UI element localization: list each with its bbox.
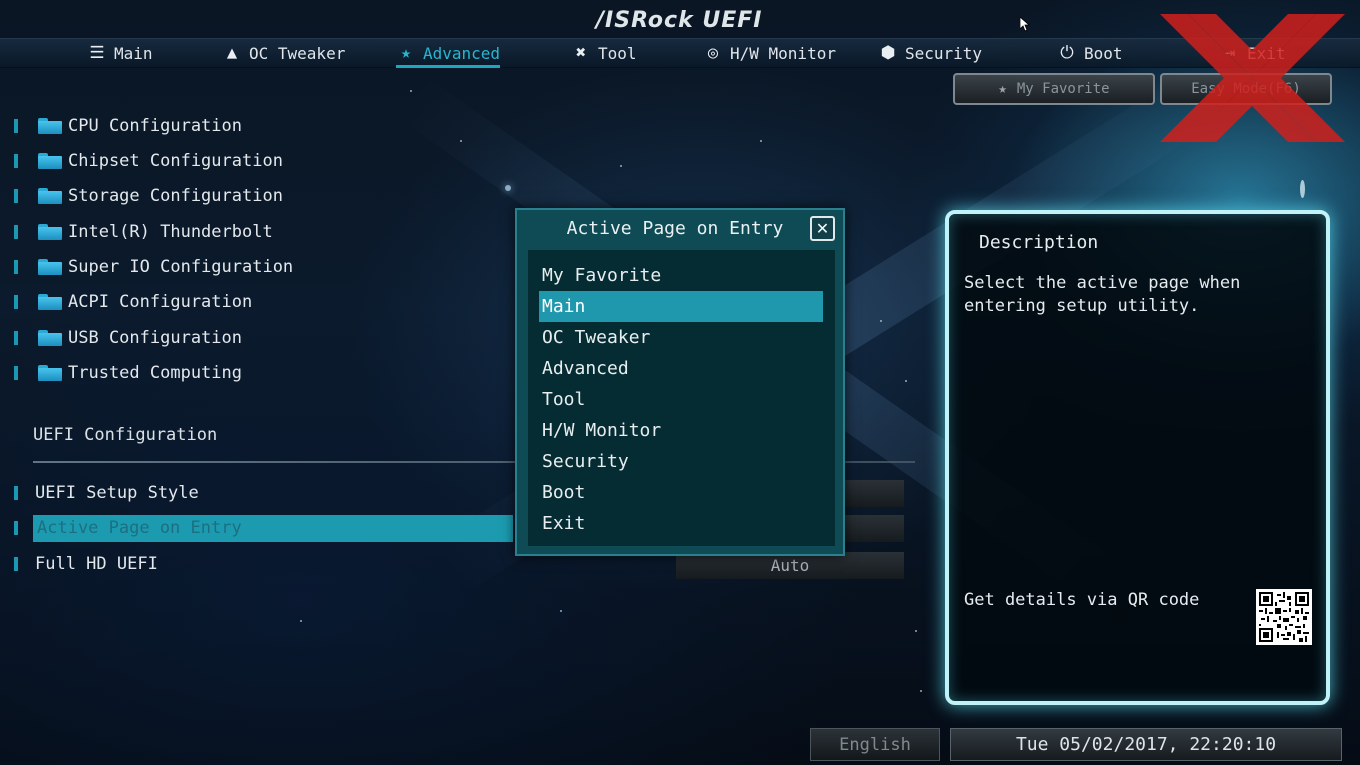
option-tool[interactable]: Tool — [539, 384, 823, 415]
tab-tool[interactable]: ✖ Tool — [571, 38, 637, 68]
menu-item-label: Intel(R) Thunderbolt — [68, 222, 273, 242]
item-marker — [14, 260, 18, 274]
folder-icon — [38, 224, 62, 240]
item-marker — [14, 295, 18, 309]
asrock-uefi-logo: /ISRock UEFI — [596, 8, 763, 33]
setting-label: UEFI Setup Style — [35, 483, 199, 503]
setting-full-hd-uefi[interactable]: Full HD UEFI — [14, 551, 158, 577]
tab-label: OC Tweaker — [249, 43, 346, 63]
menu-item-acpi-configuration[interactable]: ACPI Configuration — [14, 290, 252, 314]
menu-item-label: Chipset Configuration — [68, 151, 283, 171]
tab-oc-tweaker[interactable]: ▲ OC Tweaker — [222, 38, 345, 68]
tab-boot[interactable]: ⏻ Boot — [1057, 38, 1123, 68]
option-hw-monitor[interactable]: H/W Monitor — [539, 415, 823, 446]
menu-item-label: USB Configuration — [68, 328, 242, 348]
tab-advanced[interactable]: ★ Advanced — [396, 38, 501, 68]
menu-item-super-io-configuration[interactable]: Super IO Configuration — [14, 255, 293, 279]
description-title: Description — [979, 232, 1099, 253]
list-icon: ☰ — [89, 43, 105, 63]
item-marker — [14, 331, 18, 345]
mouse-cursor-icon — [1020, 17, 1030, 32]
dialog-option-list: My Favorite Main OC Tweaker Advanced Too… — [528, 250, 835, 546]
item-marker — [14, 557, 18, 571]
option-main[interactable]: Main — [539, 291, 823, 322]
close-icon: ✕ — [815, 219, 830, 238]
star-icon: ★ — [998, 81, 1007, 97]
menu-item-label: Trusted Computing — [68, 363, 242, 383]
item-marker — [14, 521, 18, 535]
folder-icon — [38, 259, 62, 275]
menu-item-usb-configuration[interactable]: USB Configuration — [14, 326, 242, 350]
xx-watermark-logo — [1160, 14, 1345, 142]
item-marker — [14, 154, 18, 168]
option-boot[interactable]: Boot — [539, 477, 823, 508]
tools-icon: ✖ — [575, 43, 587, 63]
description-text: Select the active page when entering set… — [964, 273, 1241, 316]
tab-label: Tool — [598, 43, 637, 63]
uefi-configuration-heading: UEFI Configuration — [33, 425, 218, 445]
power-icon: ⏻ — [1060, 43, 1074, 63]
folder-icon — [38, 330, 62, 346]
monitor-icon: ◎ — [707, 43, 719, 63]
option-my-favorite[interactable]: My Favorite — [539, 260, 823, 291]
item-marker — [14, 225, 18, 239]
option-oc-tweaker[interactable]: OC Tweaker — [539, 322, 823, 353]
menu-item-label: Super IO Configuration — [68, 257, 294, 277]
star-icon: ★ — [400, 43, 412, 63]
tab-main[interactable]: ☰ Main — [87, 38, 153, 68]
qr-code-label: Get details via QR code — [964, 590, 1200, 610]
tab-hw-monitor[interactable]: ◎ H/W Monitor — [703, 38, 836, 68]
setting-label: Active Page on Entry — [37, 518, 242, 538]
folder-icon — [38, 118, 62, 134]
setting-label: Full HD UEFI — [35, 554, 158, 574]
item-marker — [14, 366, 18, 380]
tab-label: Boot — [1084, 43, 1123, 63]
item-marker — [14, 189, 18, 203]
folder-icon — [38, 294, 62, 310]
menu-item-label: Storage Configuration — [68, 186, 283, 206]
my-favorite-button[interactable]: ★ My Favorite — [953, 73, 1155, 105]
shield-icon: ⬢ — [880, 43, 896, 63]
item-marker — [14, 119, 18, 133]
option-security[interactable]: Security — [539, 446, 823, 477]
folder-icon — [38, 365, 62, 381]
menu-item-intel-thunderbolt[interactable]: Intel(R) Thunderbolt — [14, 220, 273, 244]
option-advanced[interactable]: Advanced — [539, 353, 823, 384]
description-panel: Description Select the active page when … — [945, 210, 1330, 705]
tab-label: Main — [114, 43, 153, 63]
menu-item-cpu-configuration[interactable]: CPU Configuration — [14, 114, 242, 138]
menu-item-chipset-configuration[interactable]: Chipset Configuration — [14, 149, 283, 173]
folder-icon — [38, 188, 62, 204]
setting-active-page-on-entry[interactable]: Active Page on Entry — [14, 515, 244, 541]
active-page-dialog: Active Page on Entry ✕ My Favorite Main … — [515, 208, 845, 556]
menu-item-storage-configuration[interactable]: Storage Configuration — [14, 184, 283, 208]
folder-icon — [38, 153, 62, 169]
my-favorite-label: My Favorite — [1016, 81, 1110, 97]
option-exit[interactable]: Exit — [539, 508, 823, 539]
close-button[interactable]: ✕ — [810, 216, 835, 241]
top-nav-bar — [0, 38, 1360, 68]
full-hd-uefi-value[interactable]: Auto — [676, 552, 904, 579]
tab-label: H/W Monitor — [730, 43, 836, 63]
tab-label: Security — [905, 43, 983, 63]
setting-uefi-setup-style[interactable]: UEFI Setup Style — [14, 480, 199, 506]
dialog-title: Active Page on Entry — [566, 218, 784, 239]
tab-label: Advanced — [423, 43, 501, 63]
tab-security[interactable]: ⬢ Security — [878, 38, 982, 68]
qr-code-image — [1256, 589, 1312, 645]
menu-item-label: ACPI Configuration — [68, 292, 253, 312]
menu-item-trusted-computing[interactable]: Trusted Computing — [14, 361, 242, 385]
language-button[interactable]: English — [810, 728, 940, 761]
date-time-display: Tue 05/02/2017, 22:20:10 — [950, 728, 1342, 761]
rocket-icon: ▲ — [226, 43, 238, 63]
item-marker — [14, 486, 18, 500]
menu-item-label: CPU Configuration — [68, 116, 242, 136]
